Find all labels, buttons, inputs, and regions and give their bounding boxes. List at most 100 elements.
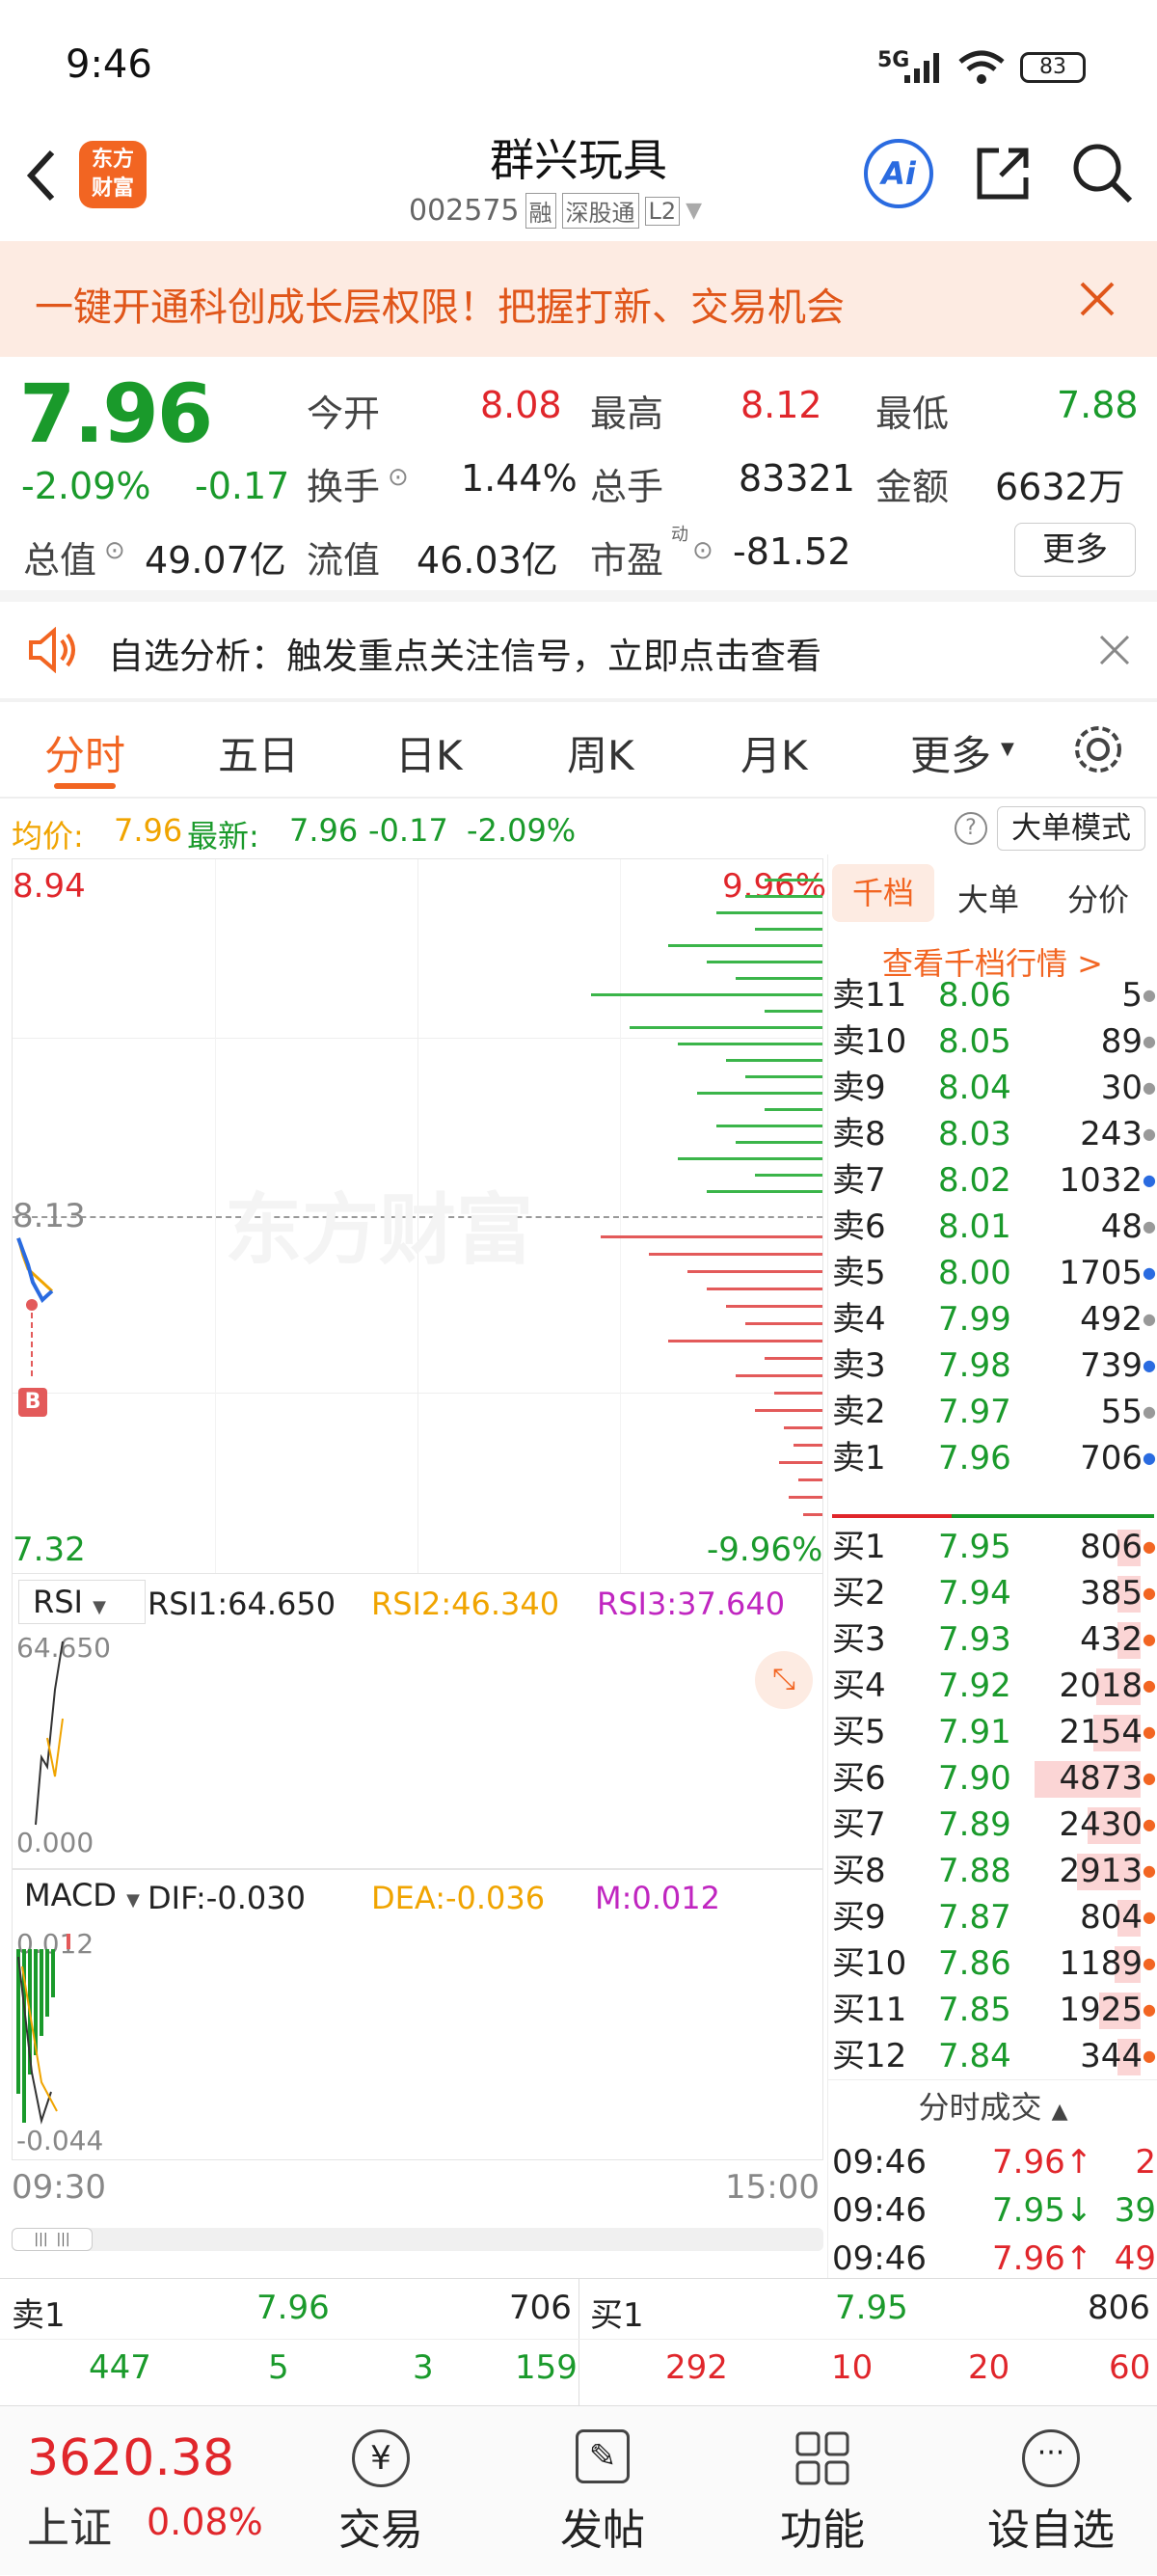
ai-button[interactable]: Ai	[864, 139, 933, 208]
rsi-selector[interactable]: RSI ▼	[18, 1580, 146, 1624]
nav-label: 交易	[338, 2506, 423, 2555]
trade-price: 7.95↓	[992, 2191, 1093, 2230]
buy-level-row[interactable]: 买11 7.85 1925 ●	[828, 1987, 1157, 2033]
rsi-panel[interactable]: RSI ▼ RSI1:64.650 RSI2:46.340 RSI3:37.64…	[12, 1574, 823, 1869]
nav-trade[interactable]: ¥ 交易	[318, 2406, 444, 2576]
depth-bar	[736, 977, 822, 980]
macd-panel[interactable]: MACD ▼ DIF:-0.030 DEA:-0.036 M:0.012 0.0…	[12, 1869, 823, 2160]
dot-icon: ●	[1143, 1537, 1156, 1556]
buy-marker[interactable]: B	[18, 1388, 47, 1417]
dropdown-icon[interactable]: ▼	[686, 199, 702, 223]
depth-bar	[774, 1392, 822, 1395]
intraday-chart[interactable]: 东方财富 8.94 8.13 7.32 9.96% -9.96% B	[12, 858, 826, 1574]
buy-level-row[interactable]: 买4 7.92 2018 ●	[828, 1663, 1157, 1709]
nav-add-watchlist[interactable]: ··· 设自选	[964, 2406, 1138, 2576]
last-price: 7.96	[19, 366, 213, 461]
depth-bar	[755, 1174, 822, 1177]
float-label: 流值	[307, 539, 381, 582]
buy-level-row[interactable]: 买5 7.91 2154 ●	[828, 1709, 1157, 1755]
tab-monthly[interactable]: 月K	[740, 723, 808, 782]
buy-level-row[interactable]: 买9 7.87 804 ●	[828, 1894, 1157, 1940]
signal-icon	[904, 53, 939, 83]
notice-bar[interactable]: 自选分析：触发重点关注信号，立即点击查看	[0, 602, 1157, 698]
summary-bar: 卖1 7.96 706 买1 7.95 806 447 5 3 159 292 …	[0, 2278, 1157, 2406]
level-volume: 2913	[1059, 1852, 1143, 1890]
scroll-handle[interactable]: ||| |||	[12, 2228, 93, 2251]
tab-5day[interactable]: 五日	[218, 723, 299, 782]
search-icon[interactable]	[1070, 141, 1134, 204]
app-logo: 东方 财富	[79, 141, 147, 208]
mcap-label: 总值	[23, 539, 97, 582]
close-icon[interactable]	[1078, 280, 1117, 318]
sum-cell: 60	[1109, 2348, 1151, 2387]
dif-label: DIF:-0.030	[148, 1880, 306, 1916]
depth-bar	[745, 895, 822, 898]
buy-level-row[interactable]: 买6 7.90 4873 ●	[828, 1755, 1157, 1802]
chevron-down-icon: ▼	[1001, 739, 1014, 759]
open-value: 8.08	[480, 384, 562, 426]
promo-banner[interactable]: 一键开通科创成长层权限！把握打新、交易机会	[0, 241, 1157, 357]
level-label: 买8	[832, 1852, 886, 1890]
nav-functions[interactable]: 功能	[760, 2406, 885, 2576]
depth-bar	[649, 1253, 822, 1256]
expand-icon[interactable]: ⤡	[755, 1651, 813, 1709]
index-pct: 0.08%	[147, 2501, 263, 2543]
depth-bar	[687, 1270, 822, 1273]
macd-selector[interactable]: MACD ▼	[14, 1874, 144, 1918]
tab-more[interactable]: 更多	[910, 723, 991, 782]
status-time: 9:46	[66, 42, 152, 87]
info-icon[interactable]: ⊙	[388, 463, 409, 492]
zoom-scrollbar[interactable]: ||| |||	[12, 2228, 823, 2251]
sum-cell: 447	[89, 2348, 151, 2387]
close-icon[interactable]	[1099, 635, 1130, 665]
tab-daily[interactable]: 日K	[395, 723, 463, 782]
sum-sell-label: 卖1	[12, 2296, 66, 2335]
gear-icon[interactable]	[1070, 721, 1126, 777]
macd-bars	[16, 1934, 70, 2125]
trade-price: 7.96↑	[992, 2143, 1093, 2182]
trades-header[interactable]: 分时成交 ▲	[828, 2079, 1157, 2133]
share-icon[interactable]	[972, 143, 1034, 204]
buy-level-row[interactable]: 买1 7.95 806 ●	[828, 1524, 1157, 1570]
level-label: 买7	[832, 1805, 886, 1844]
sum-cell: 292	[665, 2348, 728, 2387]
more-button[interactable]: 更多	[1014, 523, 1136, 577]
big-order-mode-button[interactable]: 大单模式	[997, 806, 1145, 851]
index-ticker[interactable]: 3620.38 上证 0.08%	[0, 2406, 280, 2576]
buy-level-row[interactable]: 买7 7.89 2430 ●	[828, 1802, 1157, 1848]
pe-value: -81.52	[733, 530, 851, 573]
sum-sell-price: 7.96	[256, 2289, 330, 2327]
level-volume: 2154	[1059, 1713, 1143, 1751]
level-label: 买12	[832, 2037, 907, 2075]
nav-post[interactable]: ✎ 发帖	[540, 2406, 665, 2576]
level-label: 买3	[832, 1620, 886, 1659]
buy-level-row[interactable]: 买10 7.86 1189 ●	[828, 1940, 1157, 1987]
buy-level-row[interactable]: 买3 7.93 432 ●	[828, 1616, 1157, 1663]
back-icon[interactable]	[21, 147, 60, 204]
chart-info: 均价: 7.96 最新: 7.96 -0.17 -2.09% ? 大单模式	[0, 800, 1157, 854]
turnover-label: 换手	[307, 466, 381, 508]
tab-intraday[interactable]: 分时	[44, 723, 125, 782]
grid-icon	[795, 2431, 849, 2485]
bottom-nav: 3620.38 上证 0.08% ¥ 交易 ✎ 发帖 功能 ··· 设自选	[0, 2405, 1157, 2575]
level-label: 买2	[832, 1574, 886, 1613]
buy-level-row[interactable]: 买12 7.84 344 ●	[828, 2033, 1157, 2079]
dot-icon: ●	[1143, 1722, 1156, 1741]
sum-cell: 10	[831, 2348, 874, 2387]
period-tabs: 分时 五日 日K 周K 月K 更多 ▼	[0, 702, 1157, 799]
divider	[578, 2279, 579, 2406]
x-end-label: 15:00	[725, 2168, 820, 2207]
depth-bar	[789, 1496, 822, 1499]
trade-volume: 2	[1135, 2143, 1156, 2182]
level-price: 7.94	[938, 1574, 1011, 1613]
buy-level-row[interactable]: 买8 7.88 2913 ●	[828, 1848, 1157, 1894]
pe-label: 市盈	[590, 539, 664, 582]
speaker-icon	[29, 627, 75, 673]
help-icon[interactable]: ?	[955, 812, 987, 845]
depth-bar	[591, 993, 822, 996]
rsi2-label: RSI2:46.340	[371, 1586, 560, 1622]
info-icon[interactable]: ⊙	[692, 536, 713, 565]
info-icon[interactable]: ⊙	[104, 536, 125, 565]
buy-level-row[interactable]: 买2 7.94 385 ●	[828, 1570, 1157, 1616]
tab-weekly[interactable]: 周K	[567, 723, 634, 782]
